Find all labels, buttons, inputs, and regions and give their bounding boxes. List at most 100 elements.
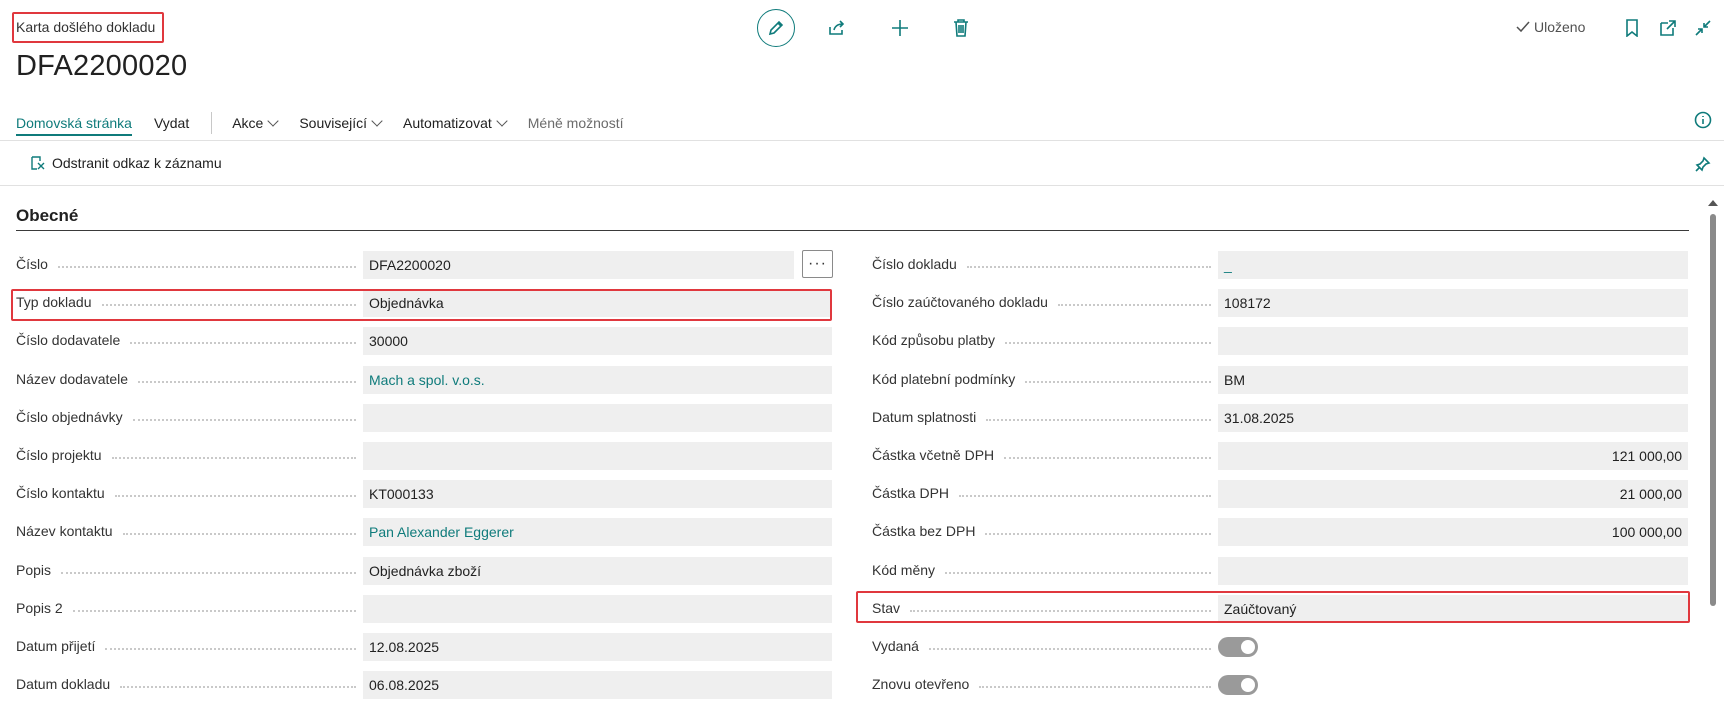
field-value[interactable]: 31.08.2025 <box>1218 404 1688 432</box>
field-value[interactable]: Mach a spol. v.o.s. <box>363 366 832 394</box>
pin-button[interactable] <box>1693 154 1713 174</box>
pencil-icon <box>768 20 784 36</box>
chevron-down-icon <box>371 115 383 127</box>
field-value[interactable] <box>363 595 832 623</box>
menu-automate-label: Automatizovat <box>403 115 492 131</box>
label-leader-dots <box>138 381 356 383</box>
field-label: Částka DPH <box>872 485 950 501</box>
field-label: Název dodavatele <box>16 371 129 387</box>
field-value[interactable] <box>1218 327 1688 355</box>
section-title: Obecné <box>16 206 79 225</box>
toggle-switch[interactable] <box>1218 637 1258 657</box>
open-in-new-window-icon <box>1660 20 1676 36</box>
field-label: Číslo <box>16 256 48 272</box>
open-new-window-button[interactable] <box>1657 17 1679 39</box>
field-value[interactable]: Objednávka <box>363 289 832 317</box>
field-label: Datum splatnosti <box>872 409 977 425</box>
field-value[interactable]: 100 000,00 <box>1218 518 1688 546</box>
menu-related-label: Související <box>299 115 368 131</box>
chevron-down-icon <box>496 115 508 127</box>
field-label: Číslo objednávky <box>16 409 123 425</box>
field-label: Číslo dokladu <box>872 256 957 272</box>
field-label: Popis 2 <box>16 600 63 616</box>
info-button[interactable] <box>1693 110 1713 130</box>
label-leader-dots <box>985 533 1211 535</box>
new-button[interactable] <box>889 17 911 39</box>
field-label: Vydaná <box>872 638 919 654</box>
page-title: DFA2200020 <box>16 50 188 82</box>
label-leader-dots <box>1025 381 1211 383</box>
label-leader-dots <box>945 572 1211 574</box>
field-label: Kód platební podmínky <box>872 371 1016 387</box>
label-leader-dots <box>1005 342 1211 344</box>
bookmark-button[interactable] <box>1622 17 1642 39</box>
share-icon <box>829 20 845 35</box>
label-leader-dots <box>959 495 1211 497</box>
label-leader-dots <box>929 648 1211 650</box>
collapse-icon <box>1695 20 1711 36</box>
field-label: Částka bez DPH <box>872 523 976 539</box>
field-label: Datum dokladu <box>16 676 111 692</box>
field-label: Znovu otevřeno <box>872 676 970 692</box>
field-value[interactable] <box>363 442 832 470</box>
collapse-button[interactable] <box>1692 17 1714 39</box>
label-leader-dots <box>130 342 356 344</box>
field-value[interactable]: 108172 <box>1218 289 1688 317</box>
label-leader-dots <box>133 419 356 421</box>
label-leader-dots <box>123 533 356 535</box>
fewer-options-button[interactable]: Méně možností <box>528 115 624 131</box>
label-leader-dots <box>61 572 356 574</box>
label-leader-dots <box>105 648 356 650</box>
fewer-options-label: Méně možností <box>527 115 624 131</box>
remove-link-icon <box>31 156 45 170</box>
section-rule <box>16 230 1689 231</box>
menu-automate[interactable]: Automatizovat <box>403 115 508 131</box>
tab-issue[interactable]: Vydat <box>154 115 189 131</box>
menu-actions-label: Akce <box>232 115 264 131</box>
label-leader-dots <box>73 610 356 612</box>
field-value[interactable]: _ <box>1218 251 1688 279</box>
label-leader-dots <box>986 419 1211 421</box>
linkbar-rule <box>0 185 1724 186</box>
saved-label: Uloženo <box>1534 19 1586 35</box>
remove-link-button[interactable]: Odstranit odkaz k záznamu <box>30 155 222 171</box>
check-icon <box>1516 21 1530 33</box>
label-leader-dots <box>910 610 1211 612</box>
chevron-down-icon <box>267 115 280 127</box>
field-label: Číslo projektu <box>16 447 102 463</box>
scroll-up-arrow[interactable] <box>1708 200 1718 206</box>
share-button[interactable] <box>826 17 848 39</box>
label-leader-dots <box>58 266 356 268</box>
toggle-switch[interactable] <box>1218 675 1258 695</box>
field-value[interactable] <box>1218 557 1688 585</box>
field-value[interactable]: 121 000,00 <box>1218 442 1688 470</box>
scrollbar-thumb[interactable] <box>1710 214 1716 606</box>
field-value[interactable]: Objednávka zboží <box>363 557 832 585</box>
tab-home[interactable]: Domovská stránka <box>16 115 132 136</box>
label-leader-dots <box>115 495 356 497</box>
label-leader-dots <box>1058 304 1211 306</box>
assist-edit-button[interactable]: ··· <box>802 250 833 278</box>
delete-button[interactable] <box>950 17 972 39</box>
field-label: Kód způsobu platby <box>872 332 995 348</box>
field-value[interactable]: 30000 <box>363 327 832 355</box>
field-value[interactable]: Pan Alexander Eggerer <box>363 518 832 546</box>
action-bar: Domovská stránka Vydat Akce Související … <box>16 112 645 136</box>
menu-related[interactable]: Související <box>299 115 383 131</box>
field-value[interactable]: DFA2200020 <box>363 251 794 279</box>
edit-button[interactable] <box>757 9 795 47</box>
menu-actions[interactable]: Akce <box>232 115 280 131</box>
field-value[interactable]: Zaúčtovaný <box>1218 595 1688 623</box>
remove-link-label: Odstranit odkaz k záznamu <box>52 155 222 171</box>
trash-icon <box>954 19 968 37</box>
actionbar-divider <box>211 112 213 134</box>
field-value[interactable] <box>363 404 832 432</box>
field-value[interactable]: 12.08.2025 <box>363 633 832 661</box>
field-value[interactable]: 21 000,00 <box>1218 480 1688 508</box>
field-value[interactable]: KT000133 <box>363 480 832 508</box>
field-label: Částka včetně DPH <box>872 447 995 463</box>
field-value[interactable]: 06.08.2025 <box>363 671 832 699</box>
plus-icon <box>892 20 908 36</box>
field-value[interactable]: BM <box>1218 366 1688 394</box>
field-label: Číslo dodavatele <box>16 332 121 348</box>
